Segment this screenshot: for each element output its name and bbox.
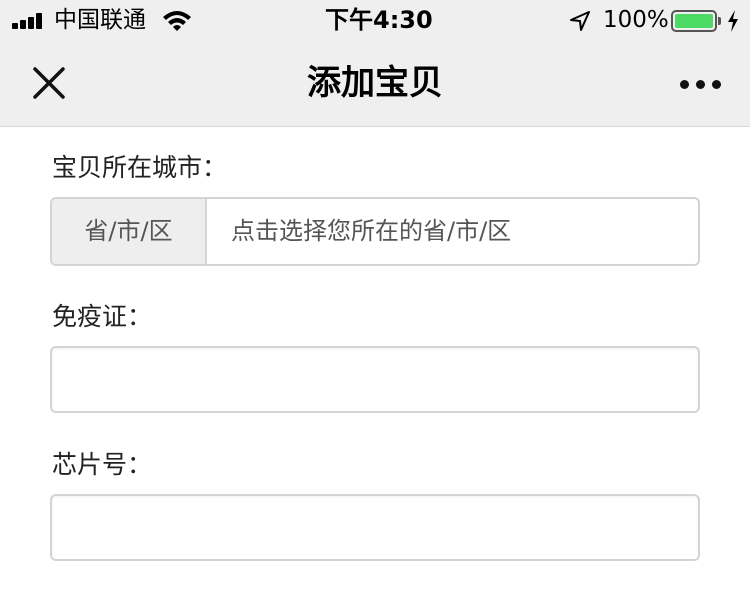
battery-cap (718, 17, 721, 25)
carrier-name: 中国联通 (54, 7, 146, 33)
wifi-icon (163, 11, 191, 31)
location-arrow-icon (570, 11, 590, 31)
immunity-label-text: 免疫证 (52, 302, 128, 331)
city-label-text: 宝贝所在城市 (52, 153, 203, 182)
nav-bar: 添加宝贝 (0, 40, 750, 127)
charging-bolt-icon (728, 10, 738, 32)
city-field-label: 宝贝所在城市： (52, 153, 227, 183)
chip-number-input[interactable] (50, 494, 700, 561)
city-label-colon: ： (202, 153, 228, 182)
chip-label-text: 芯片号 (52, 450, 128, 479)
status-time: 下午4:30 (325, 6, 433, 34)
region-addon: 省/市/区 (52, 199, 207, 264)
city-input-group: 省/市/区 点击选择您所在的省/市/区 (50, 197, 700, 266)
immunity-label-colon: ： (127, 302, 153, 331)
more-dots-icon[interactable] (670, 66, 730, 100)
page-title: 添加宝贝 (307, 63, 443, 103)
immunity-field-label: 免疫证： (52, 302, 152, 332)
chip-label-colon: ： (127, 450, 153, 479)
chip-field-label: 芯片号： (52, 450, 152, 480)
battery-percent: 100% (603, 7, 669, 33)
city-picker[interactable]: 点击选择您所在的省/市/区 (207, 199, 698, 264)
status-bar: 中国联通 下午4:30 100% (0, 0, 750, 40)
battery-level (675, 14, 713, 28)
battery-icon (671, 10, 717, 32)
immunity-certificate-input[interactable] (50, 346, 700, 413)
signal-bars-icon (12, 13, 46, 29)
